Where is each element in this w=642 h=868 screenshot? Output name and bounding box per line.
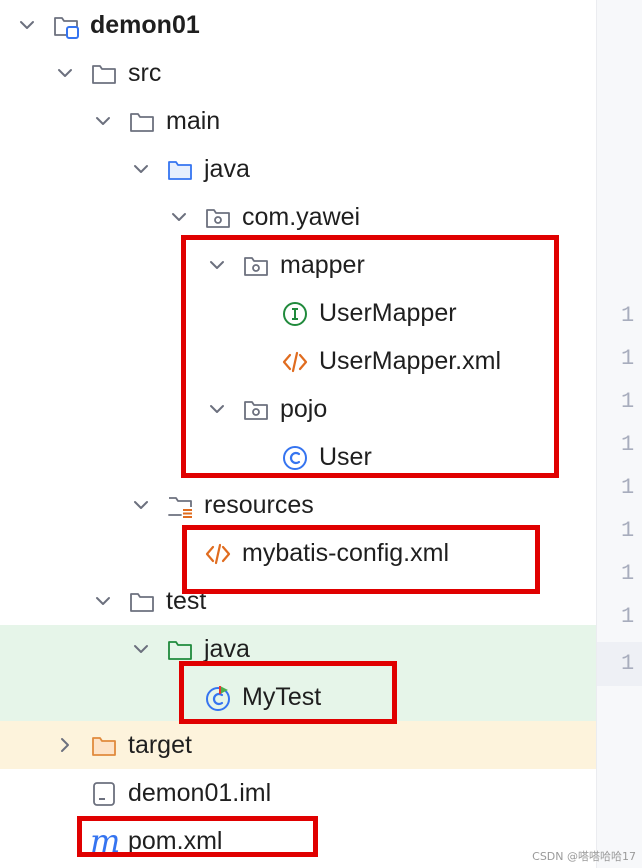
tree-item-label: com.yawei: [242, 203, 361, 231]
line-number: 1: [621, 561, 635, 586]
xml-file-icon: [205, 543, 231, 565]
chevron-down-icon[interactable]: [17, 15, 37, 35]
tree-item-label: User: [319, 443, 372, 471]
tree-item-demon01[interactable]: demon01: [0, 1, 596, 49]
tree-item-label: java: [204, 635, 250, 663]
excluded-folder-icon: [92, 737, 116, 756]
chevron-down-icon[interactable]: [131, 159, 151, 179]
tree-item-java-test[interactable]: java: [0, 625, 596, 673]
tree-item-label: test: [166, 587, 207, 615]
chevron-down-icon[interactable]: [93, 111, 113, 131]
line-number: 1: [621, 518, 635, 543]
chevron-right-icon[interactable]: [55, 735, 75, 755]
iml-file-icon: [93, 782, 115, 806]
folder-icon: [130, 113, 154, 132]
tree-item-label: target: [128, 731, 192, 759]
line-number-current: 1: [597, 642, 642, 686]
tree-item-demon01-iml[interactable]: demon01.iml: [0, 769, 596, 817]
line-number: 1: [621, 475, 635, 500]
line-number: 1: [621, 303, 635, 328]
source-root-folder-icon: [168, 161, 192, 180]
maven-icon: m: [90, 822, 121, 860]
module-folder-icon: [54, 17, 79, 39]
tree-item-label: pojo: [280, 395, 328, 423]
xml-file-icon: [282, 351, 308, 373]
line-number: 1: [621, 346, 635, 371]
chevron-down-icon[interactable]: [131, 495, 151, 515]
package-icon: [206, 209, 230, 228]
tree-item-src[interactable]: src: [0, 49, 596, 97]
tree-item-label: UserMapper.xml: [319, 347, 501, 375]
folder-icon: [92, 65, 116, 84]
tree-item-resources[interactable]: resources: [0, 481, 596, 529]
chevron-down-icon[interactable]: [93, 591, 113, 611]
tree-item-label: demon01: [90, 11, 200, 39]
tree-item-java-main[interactable]: java: [0, 145, 596, 193]
tree-item-user[interactable]: User: [0, 433, 596, 481]
tree-item-usermapper-xml[interactable]: UserMapper.xml: [0, 337, 596, 385]
editor-gutter: 1 1 1 1 1 1 1 1 1: [597, 0, 642, 868]
tree-item-label: UserMapper: [319, 299, 457, 327]
package-icon: [244, 401, 268, 420]
tree-item-label: mapper: [280, 251, 365, 279]
package-icon: [244, 257, 268, 276]
tree-item-label: src: [128, 59, 162, 87]
tree-item-main[interactable]: main: [0, 97, 596, 145]
tree-item-pojo[interactable]: pojo: [0, 385, 596, 433]
tree-item-label: demon01.iml: [128, 779, 272, 807]
test-source-root-folder-icon: [168, 641, 192, 660]
resources-folder-icon: [168, 497, 192, 518]
chevron-down-icon[interactable]: [131, 639, 151, 659]
test-class-icon: [206, 686, 230, 711]
class-icon: [283, 446, 307, 470]
tree-item-mytest[interactable]: MyTest: [0, 673, 596, 721]
tree-item-mapper[interactable]: mapper: [0, 241, 596, 289]
tree-item-label: pom.xml: [128, 827, 223, 855]
chevron-down-icon[interactable]: [169, 207, 189, 227]
watermark: CSDN @嗒嗒哈哈17: [532, 850, 636, 863]
tree-item-usermapper[interactable]: UserMapper: [0, 289, 596, 337]
tree-item-label: mybatis-config.xml: [242, 539, 449, 567]
chevron-down-icon[interactable]: [207, 399, 227, 419]
folder-icon: [130, 593, 154, 612]
tree-item-label: java: [204, 155, 250, 183]
tree-item-pom-xml[interactable]: m pom.xml: [0, 817, 596, 865]
line-number: 1: [621, 389, 635, 414]
tree-item-target[interactable]: target: [0, 721, 596, 769]
interface-icon: [283, 302, 307, 326]
chevron-down-icon[interactable]: [55, 63, 75, 83]
line-number: 1: [621, 432, 635, 457]
tree-item-test[interactable]: test: [0, 577, 596, 625]
tree-item-com-yawei[interactable]: com.yawei: [0, 193, 596, 241]
project-tree: demon01 src main java com.yawei mapper U…: [0, 0, 596, 868]
tree-item-label: resources: [204, 491, 314, 519]
chevron-down-icon[interactable]: [207, 255, 227, 275]
tree-item-label: MyTest: [242, 683, 322, 711]
tree-item-mybatis-config-xml[interactable]: mybatis-config.xml: [0, 529, 596, 577]
line-number: 1: [621, 604, 635, 629]
tree-item-label: main: [166, 107, 221, 135]
